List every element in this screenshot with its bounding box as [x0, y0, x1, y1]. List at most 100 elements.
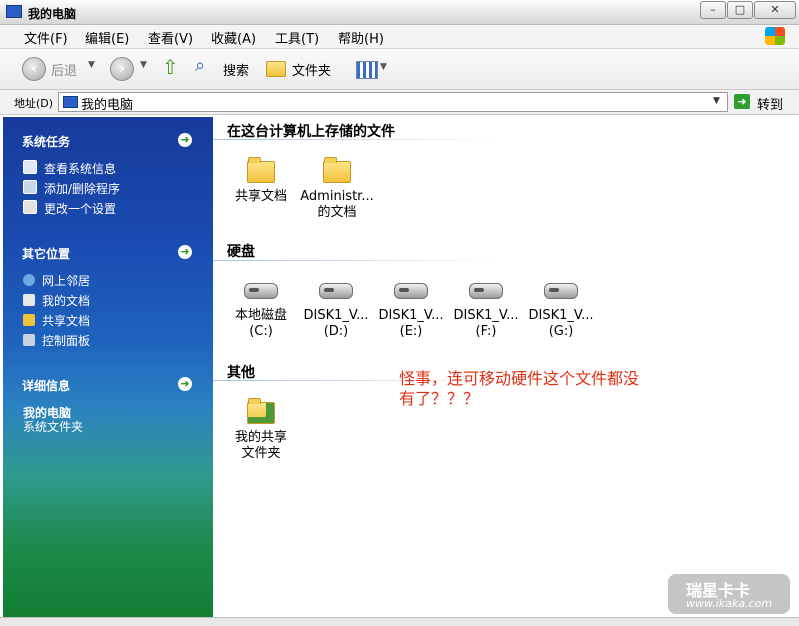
- window-title: 我的电脑: [28, 7, 77, 21]
- details-title[interactable]: 详细信息: [22, 377, 70, 394]
- documents-icon: [23, 294, 35, 306]
- menu-view[interactable]: 查看(V): [148, 28, 193, 47]
- system-info-icon: [23, 160, 37, 174]
- admin-documents-item[interactable]: Administr... 的文档: [297, 157, 377, 221]
- system-tasks-title[interactable]: 系统任务: [22, 133, 70, 150]
- item-label: DISK1_V...: [528, 308, 594, 323]
- drive-c-item[interactable]: 本地磁盘 (C:): [221, 279, 301, 340]
- address-label: 地址(D): [14, 97, 54, 110]
- item-label: 共享文档: [234, 189, 287, 204]
- item-label: DISK1_V...: [378, 308, 444, 323]
- menu-help[interactable]: 帮助(H): [338, 28, 384, 47]
- collapse-arrow-icon[interactable]: ➜: [178, 133, 192, 147]
- place-label: 共享文档: [42, 314, 91, 328]
- hard-drive-icon: [319, 283, 353, 299]
- minimize-button[interactable]: –: [700, 1, 726, 19]
- address-value: 我的电脑: [81, 98, 134, 113]
- menu-tools[interactable]: 工具(T): [275, 28, 319, 47]
- back-dropdown-icon[interactable]: ▼: [88, 60, 95, 70]
- item-label-line2: (C:): [249, 324, 273, 339]
- place-network[interactable]: 网上邻居: [23, 272, 90, 289]
- item-label-line2: 文件夹: [241, 446, 281, 461]
- drive-g-item[interactable]: DISK1_V... (G:): [521, 279, 601, 340]
- settings-icon: [23, 200, 37, 214]
- item-label: 我的共享: [234, 430, 287, 445]
- stored-files-heading: 在这台计算机上存储的文件: [227, 124, 395, 140]
- task-label: 更改一个设置: [44, 202, 117, 216]
- watermark-url: www.ikaka.com: [686, 597, 773, 610]
- hard-drives-heading: 硬盘: [227, 244, 255, 260]
- menu-edit[interactable]: 编辑(E): [85, 28, 129, 47]
- maximize-button[interactable]: □: [727, 1, 753, 19]
- windows-logo-icon: [765, 27, 785, 45]
- go-arrow-icon[interactable]: ➜: [734, 94, 750, 109]
- address-bar: 地址(D) 我的电脑 ▼ ➜ 转到: [0, 90, 799, 115]
- item-label: Administr...: [300, 189, 374, 204]
- hard-drive-icon: [469, 283, 503, 299]
- item-label: DISK1_V...: [453, 308, 519, 323]
- forward-arrow-icon[interactable]: ›: [110, 57, 134, 81]
- place-label: 我的文档: [42, 294, 91, 308]
- drive-e-item[interactable]: DISK1_V... (E:): [371, 279, 451, 340]
- hard-drive-icon: [544, 283, 578, 299]
- expand-arrow-icon[interactable]: ➜: [178, 377, 192, 391]
- address-dropdown-icon[interactable]: ▼: [713, 96, 720, 106]
- drive-d-item[interactable]: DISK1_V... (D:): [296, 279, 376, 340]
- folders-button-label[interactable]: 文件夹: [292, 60, 331, 79]
- title-bar: 我的电脑 – □ ✕: [0, 0, 799, 25]
- content-pane: 在这台计算机上存储的文件 共享文档 Administr... 的文档 硬盘 本地…: [213, 117, 799, 617]
- task-label: 添加/删除程序: [44, 182, 121, 196]
- place-shared-documents[interactable]: 共享文档: [23, 312, 90, 329]
- shared-documents-item[interactable]: 共享文档: [221, 157, 301, 205]
- back-button-label[interactable]: 后退: [51, 60, 77, 79]
- annotation-text: 怪事，连可移动硬件这个文件都没有了？？？: [399, 369, 640, 408]
- task-add-remove-programs[interactable]: 添加/删除程序: [23, 180, 120, 197]
- item-label-line2: (D:): [323, 324, 349, 339]
- forward-dropdown-icon[interactable]: ▼: [140, 60, 147, 70]
- computer-icon: [6, 5, 22, 18]
- toolbar: ‹ 后退 ▼ › ▼ ⇧ ⌕ 搜索 文件夹 ▼: [0, 49, 799, 90]
- folder-icon: [23, 314, 35, 326]
- views-icon[interactable]: [356, 61, 378, 79]
- menu-file[interactable]: 文件(F): [24, 28, 68, 47]
- address-field[interactable]: 我的电脑 ▼: [58, 92, 728, 113]
- add-remove-icon: [23, 180, 37, 194]
- place-label: 网上邻居: [42, 274, 91, 288]
- item-label-line2: (G:): [548, 324, 574, 339]
- place-control-panel[interactable]: 控制面板: [23, 332, 90, 349]
- other-places-title[interactable]: 其它位置: [22, 245, 70, 262]
- shared-folders-item[interactable]: 我的共享 文件夹: [221, 398, 301, 462]
- item-label-line2: 的文档: [317, 205, 357, 220]
- place-my-documents[interactable]: 我的文档: [23, 292, 90, 309]
- group-divider: [213, 139, 503, 140]
- folder-icon: [323, 157, 351, 183]
- back-arrow-icon[interactable]: ‹: [22, 57, 46, 81]
- task-view-system-info[interactable]: 查看系统信息: [23, 160, 116, 177]
- hard-drive-icon: [244, 283, 278, 299]
- item-label-line2: (E:): [399, 324, 423, 339]
- control-panel-icon: [23, 334, 35, 346]
- views-dropdown-icon[interactable]: ▼: [380, 62, 387, 72]
- item-label: DISK1_V...: [303, 308, 369, 323]
- collapse-arrow-icon[interactable]: ➜: [178, 245, 192, 259]
- go-button-label[interactable]: 转到: [757, 94, 783, 113]
- task-pane: 系统任务 ➜ 查看系统信息 添加/删除程序 更改一个设置 其它位置 ➜ 网上邻居…: [3, 117, 213, 617]
- drive-f-item[interactable]: DISK1_V... (F:): [446, 279, 526, 340]
- shared-folder-icon: [247, 398, 275, 424]
- search-button-label[interactable]: 搜索: [223, 60, 249, 79]
- other-heading: 其他: [227, 365, 255, 381]
- task-change-setting[interactable]: 更改一个设置: [23, 200, 116, 217]
- up-folder-icon[interactable]: ⇧: [162, 55, 179, 79]
- place-label: 控制面板: [42, 334, 91, 348]
- menu-favorites[interactable]: 收藏(A): [211, 28, 256, 47]
- group-divider: [213, 260, 503, 261]
- folders-icon[interactable]: [266, 61, 286, 77]
- folder-icon: [247, 157, 275, 183]
- hard-drive-icon: [394, 283, 428, 299]
- network-icon: [23, 274, 35, 286]
- details-type: 系统文件夹: [23, 420, 84, 434]
- item-label: 本地磁盘: [234, 308, 287, 323]
- search-icon[interactable]: ⌕: [195, 55, 205, 76]
- close-button[interactable]: ✕: [754, 1, 796, 19]
- watermark: 瑞星卡卡 www.ikaka.com: [668, 574, 790, 614]
